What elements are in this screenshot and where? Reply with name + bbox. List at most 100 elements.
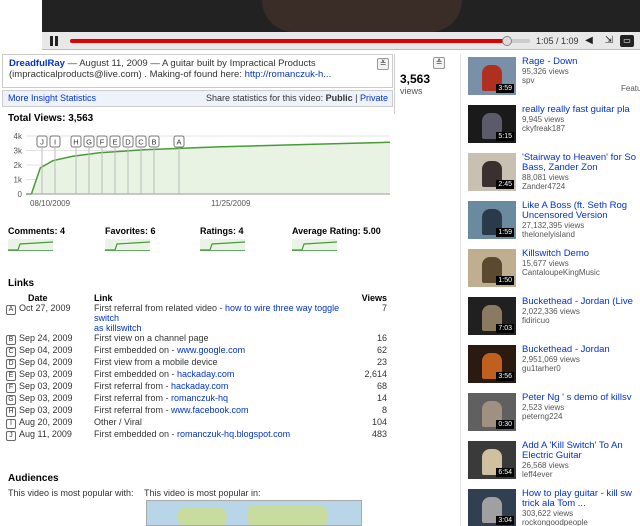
referral-link[interactable]: www.facebook.com	[171, 405, 249, 415]
related-video-user: ckyfreak187	[522, 124, 566, 133]
link-description-cell: First referral from - www.facebook.com	[94, 405, 249, 415]
description-box: DreadfulRay — August 11, 2009 — A guitar…	[2, 54, 393, 88]
related-video-title[interactable]: really really fast guitar pla	[522, 105, 640, 115]
marker-badge[interactable]: C	[6, 347, 16, 357]
link-date-cell: J Aug 11, 2009	[2, 429, 92, 441]
referral-link[interactable]: www.google.com	[177, 345, 245, 355]
featured-label: Featu	[621, 84, 640, 93]
video-thumbnail[interactable]: 7:03	[468, 297, 516, 335]
link-description-cell: Other / Viral	[94, 417, 142, 427]
related-video-item[interactable]: 5:15 really really fast guitar pla 9,945 v…	[468, 105, 640, 149]
chart-marker-label: A	[176, 138, 181, 147]
related-video-views: 15,677 views	[522, 259, 569, 268]
referral-link[interactable]: hackaday.com	[171, 381, 228, 391]
marker-badge[interactable]: E	[6, 371, 16, 381]
link-description-cell: First embedded on - romanczuk-hq.blogspo…	[94, 429, 291, 439]
link-description-cell: First referral from related video - how …	[94, 303, 340, 333]
duration-badge: 6:54	[496, 468, 514, 477]
fullscreen-icon[interactable]: ▭	[620, 35, 634, 47]
referral-link[interactable]: romanczuk-hq.blogspot.com	[177, 429, 290, 439]
related-video-item[interactable]: 1:59 Like A Boss (ft. Seth Rog Uncensored …	[468, 201, 640, 245]
link-description-cell: First embedded on - www.google.com	[94, 345, 246, 355]
related-video-item[interactable]: 2:45 'Stairway to Heaven' for So Bass, Zan…	[468, 153, 640, 197]
video-thumbnail[interactable]: 3:59	[468, 57, 516, 95]
audience-geography-label: This video is most popular in:	[144, 488, 261, 498]
private-link[interactable]: Private	[360, 93, 388, 103]
video-thumbnail[interactable]: 1:50	[468, 249, 516, 287]
related-video-item[interactable]: 7:03 Buckethead - Jordan (Live 2,022,336 v…	[468, 297, 640, 341]
seek-bar[interactable]	[70, 36, 530, 46]
making-of-link[interactable]: http://romanczuk-h...	[245, 69, 332, 80]
related-video-title-cont[interactable]: Uncensored Version	[522, 211, 640, 221]
related-video-item[interactable]: 3:04 How to play guitar - kill sw trick al…	[468, 489, 640, 526]
marker-badge[interactable]: B	[6, 335, 16, 345]
related-video-title-cont[interactable]: Electric Guitar	[522, 451, 640, 461]
video-thumbnail[interactable]: 3:04	[468, 489, 516, 526]
link-views-cell: 68	[376, 381, 387, 391]
marker-badge[interactable]: J	[6, 431, 16, 441]
marker-badge[interactable]: H	[6, 407, 16, 417]
link-date-cell: I Aug 20, 2009	[2, 417, 92, 429]
marker-badge[interactable]: D	[6, 359, 16, 369]
marker-badge[interactable]: I	[6, 419, 16, 429]
video-thumbnail[interactable]: 5:15	[468, 105, 516, 143]
related-video-title-cont[interactable]: trick ala Tom ...	[522, 499, 640, 509]
table-row: C Sep 04, 2009 First embedded on - www.goo…	[2, 345, 393, 357]
related-video-title-cont[interactable]: Bass, Zander Zon	[522, 163, 640, 173]
video-thumbnail[interactable]: 0:30	[468, 393, 516, 431]
video-frame[interactable]	[42, 0, 640, 32]
link-header: Link	[94, 292, 113, 303]
related-video-item[interactable]: 6:54 Add A 'Kill Switch' To An Electric Gu…	[468, 441, 640, 485]
table-row: I Aug 20, 2009 Other / Viral 104	[2, 417, 393, 429]
related-video-item[interactable]: 3:59 Rage - Down 95,326 views spv	[468, 57, 640, 101]
referral-link-cont[interactable]: as killswitch	[94, 323, 142, 333]
world-map[interactable]	[146, 500, 362, 526]
audience-demographics-label: This video is most popular with:	[8, 488, 134, 498]
table-row: G Sep 03, 2009 First referral from - roman…	[2, 393, 393, 405]
referral-link[interactable]: hackaday.com	[177, 369, 234, 379]
related-video-user: gu1tarher0	[522, 364, 561, 373]
comments-metric: Comments: 4	[8, 226, 66, 236]
insight-bar: More Insight Statistics Share statistics…	[2, 90, 393, 107]
chart-marker-label: G	[86, 138, 92, 147]
related-video-title[interactable]: Killswitch Demo	[522, 249, 640, 259]
related-video-item[interactable]: 1:50 Killswitch Demo 15,677 views Cantaloup…	[468, 249, 640, 293]
video-thumbnail[interactable]: 2:45	[468, 153, 516, 191]
video-thumbnail[interactable]: 1:59	[468, 201, 516, 239]
popout-icon[interactable]: ⇲	[602, 35, 616, 47]
link-views-cell: 483	[371, 429, 387, 439]
x-tick-label: 08/10/2009	[30, 199, 71, 208]
related-video-user: CantaloupeKingMusic	[522, 268, 600, 277]
video-thumbnail[interactable]: 6:54	[468, 441, 516, 479]
video-thumbnail[interactable]: 3:56	[468, 345, 516, 383]
link-date-cell: E Sep 03, 2009	[2, 369, 92, 381]
related-video-title[interactable]: Buckethead - Jordan	[522, 345, 640, 355]
related-video-item[interactable]: 0:30 Peter Ng ' s demo of killsv 2,523 vie…	[468, 393, 640, 437]
related-video-item[interactable]: 3:56 Buckethead - Jordan 2,951,069 views gu…	[468, 345, 640, 389]
more-insight-link[interactable]: More Insight Statistics	[8, 93, 96, 103]
pause-icon[interactable]	[48, 35, 60, 47]
marker-badge[interactable]: A	[6, 305, 16, 315]
time-display: 1:05 / 1:09	[536, 36, 579, 46]
related-video-title[interactable]: Buckethead - Jordan (Live	[522, 297, 640, 307]
related-video-views: 2,022,336 views	[522, 307, 580, 316]
expand-description-icon[interactable]: ≚	[377, 58, 389, 70]
public-option[interactable]: Public	[326, 93, 353, 103]
link-views-cell: 16	[376, 333, 387, 343]
marker-badge[interactable]: G	[6, 395, 16, 405]
link-views-cell: 23	[376, 357, 387, 367]
collapse-icon[interactable]: ≙	[433, 57, 445, 69]
y-tick-label: 0	[18, 190, 23, 199]
volume-icon[interactable]: ◀	[582, 35, 596, 47]
duration-badge: 0:30	[496, 420, 514, 429]
link-date-cell: B Sep 24, 2009	[2, 333, 92, 345]
related-video-title[interactable]: Peter Ng ' s demo of killsv	[522, 393, 640, 403]
referral-link[interactable]: romanczuk-hq	[171, 393, 228, 403]
rating-sparkline	[292, 239, 338, 251]
marker-badge[interactable]: F	[6, 383, 16, 393]
seek-handle[interactable]	[502, 36, 512, 46]
author-link[interactable]: DreadfulRay	[9, 58, 65, 69]
related-video-title[interactable]: Rage - Down	[522, 57, 640, 67]
link-date-cell: F Sep 03, 2009	[2, 381, 92, 393]
links-title: Links	[8, 278, 35, 289]
